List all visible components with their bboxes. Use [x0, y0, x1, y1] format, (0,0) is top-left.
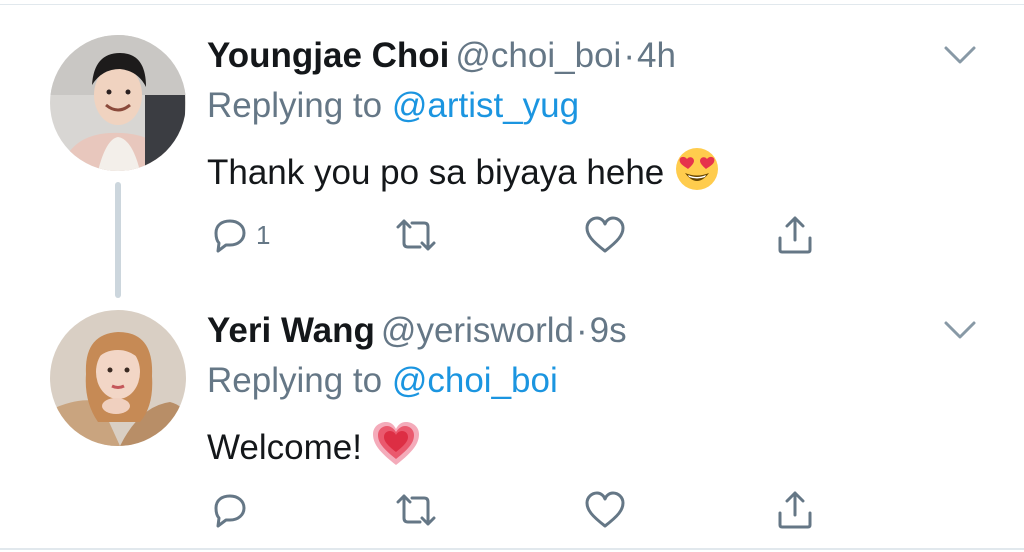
- avatar[interactable]: [50, 35, 186, 171]
- reply-button[interactable]: 1: [208, 210, 270, 260]
- top-divider: [0, 4, 1024, 5]
- handle[interactable]: @choi_boi: [455, 36, 621, 75]
- replying-to-label: Replying to: [207, 86, 383, 125]
- like-button[interactable]: [582, 210, 628, 260]
- replying-to: Replying to @choi_boi: [207, 361, 558, 401]
- handle[interactable]: @yerisworld: [381, 311, 574, 350]
- tweet-header: Youngjae Choi @choi_boi·4h: [207, 36, 676, 76]
- mention-link[interactable]: @artist_yug: [392, 86, 579, 125]
- action-bar: 1: [0, 210, 1024, 260]
- tweet-body: Thank you po sa biyaya hehe: [207, 152, 665, 192]
- growing-heart-emoji-icon: [372, 421, 420, 478]
- reply-icon: [208, 488, 252, 532]
- share-button[interactable]: [772, 485, 818, 535]
- like-icon: [582, 488, 628, 532]
- like-button[interactable]: [582, 485, 628, 535]
- tweet-text: Welcome!: [207, 421, 420, 478]
- share-icon: [772, 212, 818, 258]
- tweet-header: Yeri Wang @yerisworld·9s: [207, 311, 627, 351]
- like-icon: [582, 213, 628, 257]
- mention-link[interactable]: @choi_boi: [392, 361, 558, 400]
- tweet-text: Thank you po sa biyaya hehe: [207, 146, 720, 203]
- reply-icon: [208, 213, 252, 257]
- reply-count: 1: [256, 219, 271, 250]
- display-name[interactable]: Yeri Wang: [207, 311, 375, 350]
- separator: ·: [576, 311, 588, 350]
- share-button[interactable]: [772, 210, 818, 260]
- replying-to-label: Replying to: [207, 361, 383, 400]
- avatar[interactable]: [50, 310, 186, 446]
- retweet-button[interactable]: [392, 485, 440, 535]
- retweet-icon: [392, 488, 440, 532]
- timestamp[interactable]: 4h: [637, 36, 676, 75]
- retweet-icon: [392, 213, 440, 257]
- share-icon: [772, 487, 818, 533]
- chevron-down-icon[interactable]: [938, 315, 982, 345]
- tweet-body: Welcome!: [207, 427, 362, 467]
- heart-eyes-emoji-icon: [674, 146, 720, 203]
- replying-to: Replying to @artist_yug: [207, 86, 579, 126]
- bottom-divider: [0, 548, 1024, 550]
- action-bar: [0, 485, 1024, 535]
- chevron-down-icon[interactable]: [938, 40, 982, 70]
- separator: ·: [623, 36, 635, 75]
- reply-button[interactable]: [208, 485, 256, 535]
- retweet-button[interactable]: [392, 210, 440, 260]
- display-name[interactable]: Youngjae Choi: [207, 36, 449, 75]
- timestamp[interactable]: 9s: [590, 311, 627, 350]
